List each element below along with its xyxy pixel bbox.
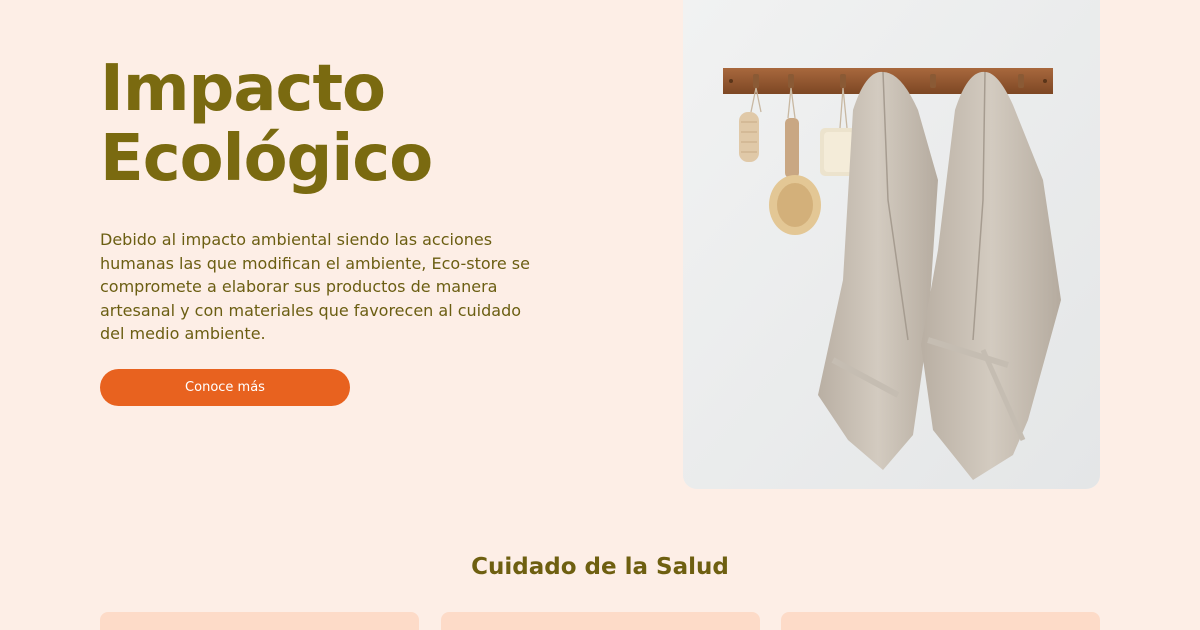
hero-title: Impacto Ecológico [100,52,433,196]
hero-image [683,0,1100,489]
towels-illustration [683,0,1100,489]
health-card[interactable] [100,612,419,630]
section-title-health: Cuidado de la Salud [471,554,729,580]
health-card[interactable] [781,612,1100,630]
page: Impacto Ecológico Debido al impacto ambi… [0,0,1200,630]
hero-description: Debido al impacto ambiental siendo las a… [100,230,530,343]
health-card[interactable] [441,612,760,630]
learn-more-button[interactable]: Conoce más [100,369,350,406]
